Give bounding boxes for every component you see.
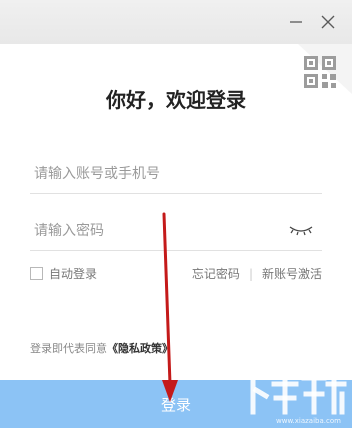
activate-account-link[interactable]: 新账号激活 xyxy=(262,265,322,282)
auto-login-toggle[interactable]: 自动登录 xyxy=(30,265,97,282)
agreement-text: 登录即代表同意 xyxy=(30,342,107,355)
close-icon xyxy=(321,15,335,29)
login-button[interactable]: 登录 xyxy=(0,380,352,428)
password-field xyxy=(30,214,322,251)
privacy-agreement: 登录即代表同意《隐私政策》 xyxy=(30,340,173,356)
title-bar xyxy=(0,0,352,44)
login-options: 自动登录 忘记密码 | 新账号激活 xyxy=(30,265,322,283)
account-input[interactable] xyxy=(30,157,284,191)
link-separator: | xyxy=(248,266,253,281)
login-button-label: 登录 xyxy=(160,395,191,414)
minimize-button[interactable] xyxy=(284,10,308,34)
privacy-policy-link[interactable]: 《隐私政策》 xyxy=(107,342,173,355)
password-input[interactable] xyxy=(30,214,284,248)
account-field xyxy=(30,157,322,194)
page-title: 你好，欢迎登录 xyxy=(106,88,246,112)
auto-login-checkbox[interactable] xyxy=(30,267,43,280)
forgot-password-link[interactable]: 忘记密码 xyxy=(192,265,240,282)
auto-login-label: 自动登录 xyxy=(49,267,98,281)
minimize-icon xyxy=(290,21,302,23)
account-links: 忘记密码 | 新账号激活 xyxy=(192,265,322,282)
eye-closed-icon[interactable] xyxy=(288,222,314,238)
close-button[interactable] xyxy=(316,10,340,34)
